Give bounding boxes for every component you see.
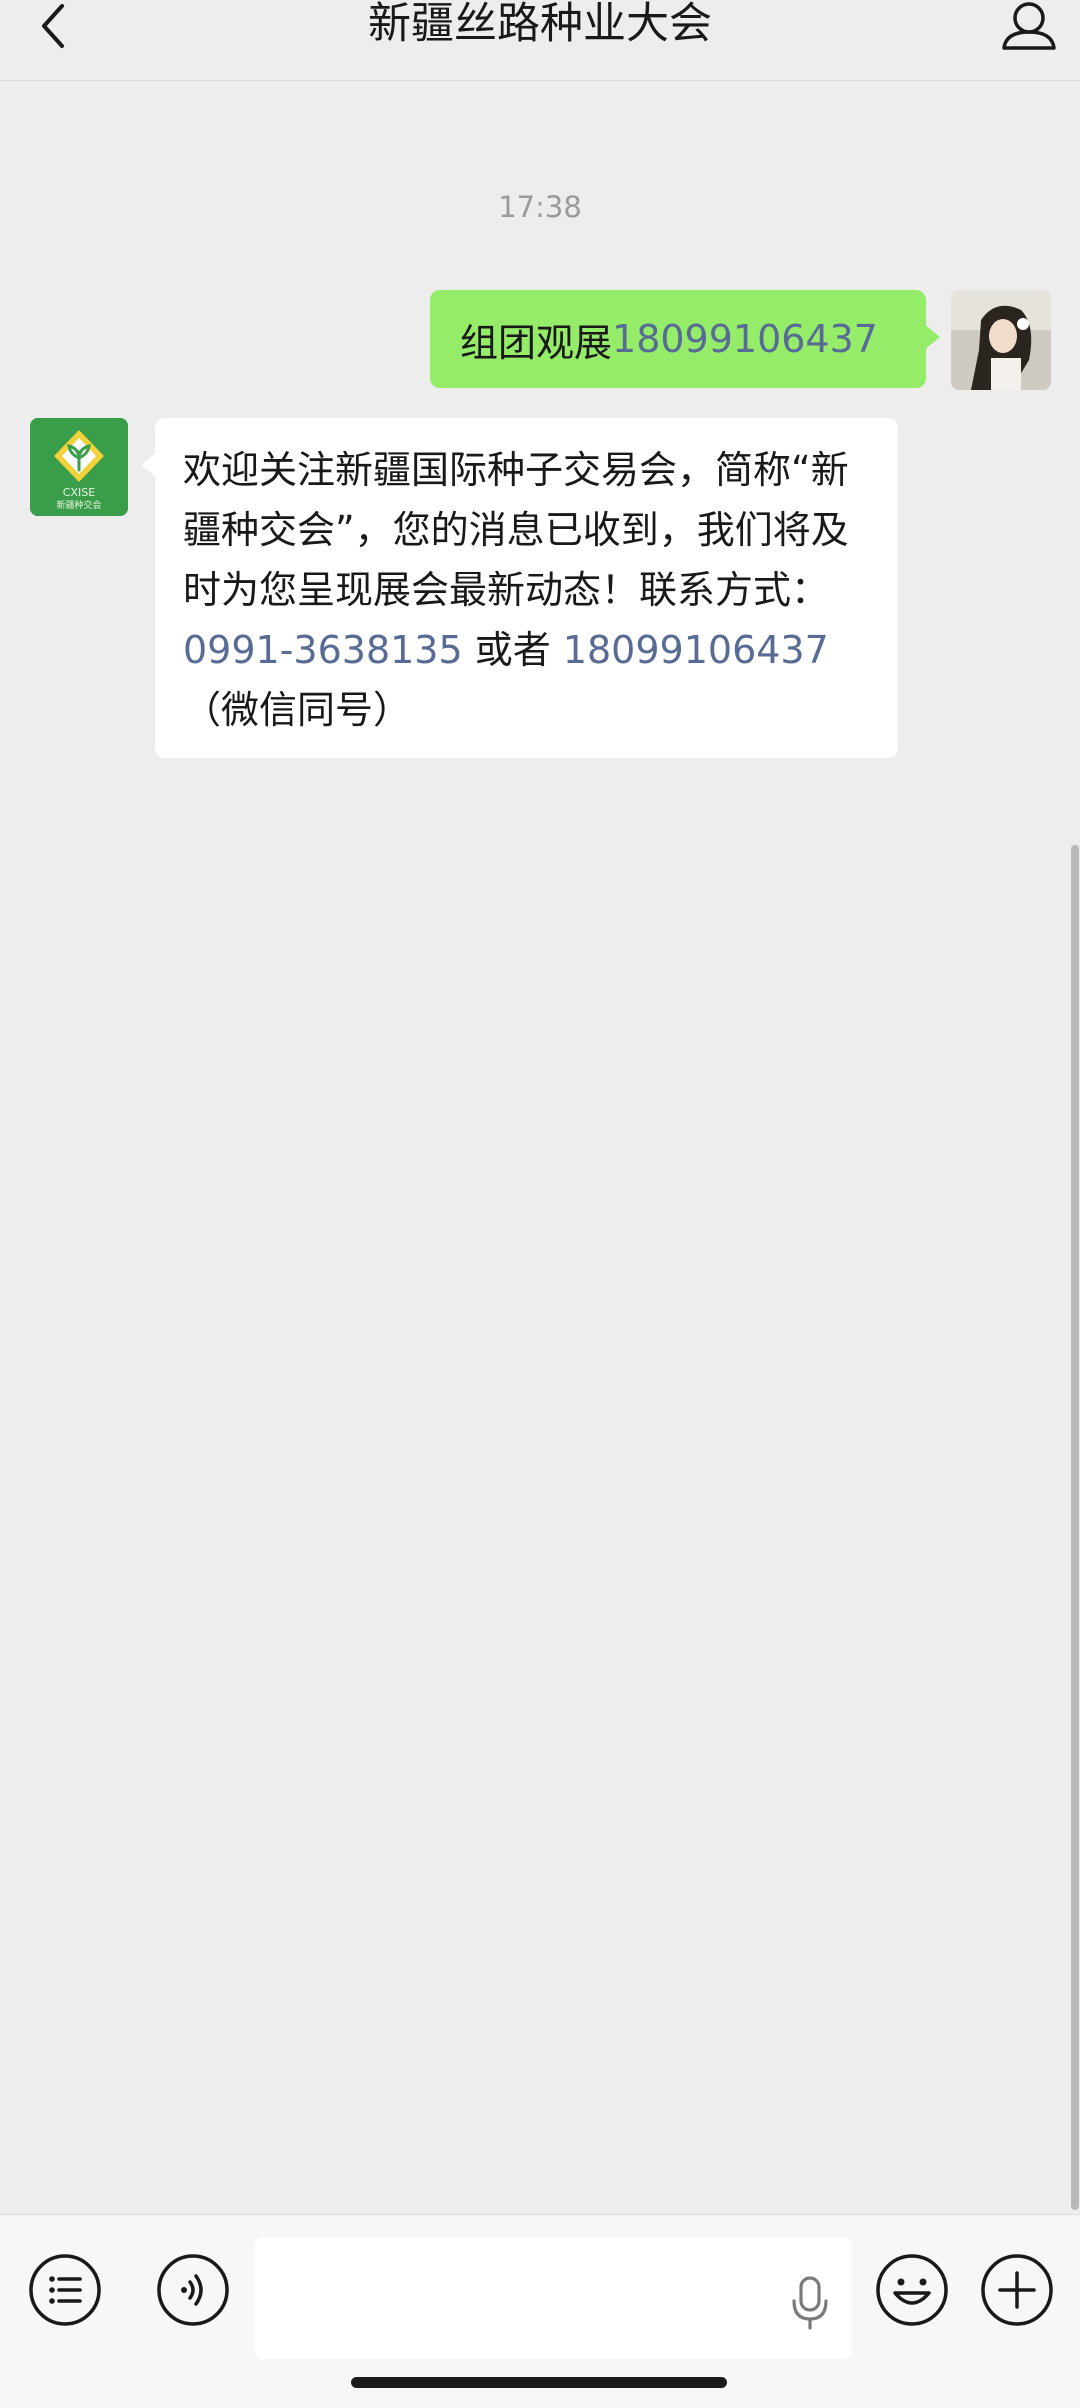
menu-button[interactable] [28,2253,102,2327]
received-message-text: 或者 [462,628,563,672]
more-button[interactable] [980,2253,1054,2327]
received-message-text: 欢迎关注新疆国际种子交易会，简称“新疆种交会”，您的消息已收到，我们将及时为您呈… [183,448,849,612]
page-title: 新疆丝路种业大会 [368,0,712,49]
phone-number-link[interactable]: 18099106437 [563,628,829,672]
sent-message-text: 组团观展 [460,320,613,365]
person-icon [1002,2,1056,50]
nav-bar: 新疆丝路种业大会 [0,0,1080,81]
scrollbar[interactable] [1071,845,1079,2210]
received-message-text: （微信同号） [183,688,412,732]
cxise-logo: CXISE 新疆种交会 [30,418,128,516]
my-avatar[interactable] [951,290,1051,390]
voice-input-button[interactable] [790,2275,830,2331]
voice-mode-button[interactable] [156,2253,230,2327]
received-message-bubble[interactable]: 欢迎关注新疆国际种子交易会，简称“新疆种交会”，您的消息已收到，我们将及时为您呈… [141,418,898,758]
chat-info-button[interactable] [996,0,1062,56]
home-indicator[interactable] [351,2377,727,2388]
sender-avatar[interactable]: CXISE 新疆种交会 [30,418,128,516]
phone-number-link[interactable]: 0991-3638135 [183,628,463,672]
message-timestamp: 17:38 [498,190,582,224]
list-menu-icon [29,2254,101,2326]
plus-icon [981,2254,1053,2326]
emoji-button[interactable] [875,2253,949,2327]
message-input[interactable] [254,2237,852,2359]
smiley-icon [876,2254,948,2326]
logo-text: CXISE [63,486,95,499]
voice-icon [157,2254,229,2326]
logo-subtext: 新疆种交会 [56,499,101,511]
microphone-icon [792,2276,828,2330]
sent-message-bubble[interactable]: 组团观展 18099106437 [430,290,940,388]
phone-number-link[interactable]: 18099106437 [612,317,878,361]
avatar-photo [951,290,1051,390]
